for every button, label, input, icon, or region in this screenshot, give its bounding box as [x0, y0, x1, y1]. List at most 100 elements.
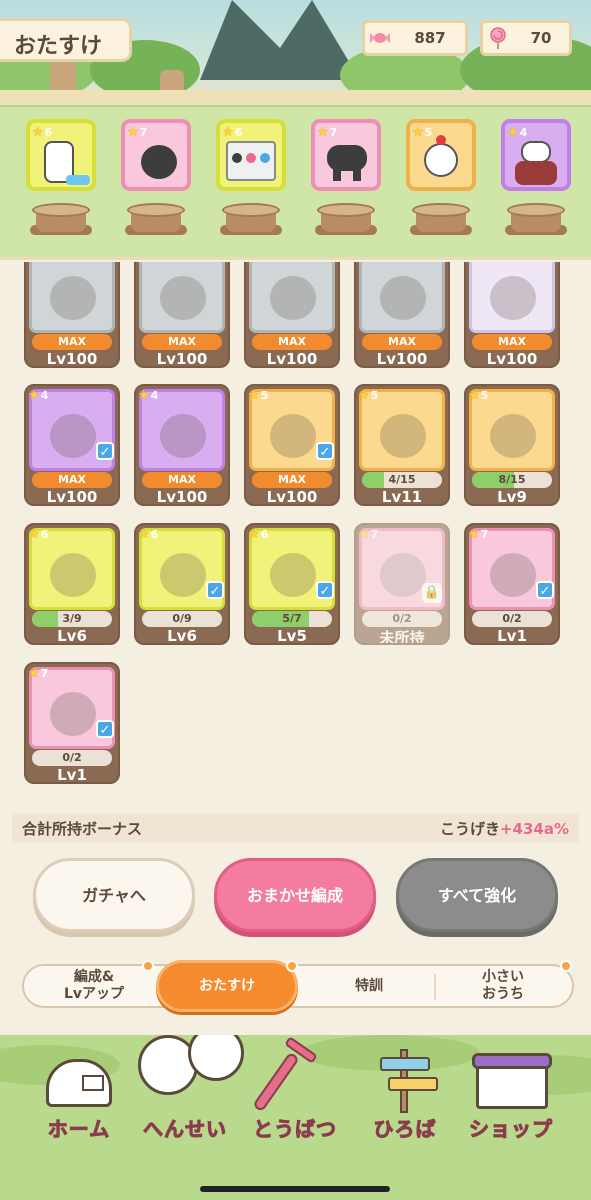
notification-dot [142, 960, 154, 972]
bottom-navigation: ホーム へんせい とうばつ ひろば ショップ [0, 1035, 591, 1200]
card-level: Lv100 [46, 488, 98, 506]
tab-small-house[interactable]: 小さい おうち [438, 966, 568, 1006]
party-slot-6[interactable]: ★ 4 [493, 119, 579, 249]
otasuke-card[interactable]: ★ 7 ✓ 0/2 Lv1 [464, 523, 560, 645]
otasuke-card[interactable]: ★ 6 3/9 Lv6 [24, 523, 120, 645]
card-level: Lv100 [46, 350, 98, 368]
rarity-star: ★ 7 [28, 666, 49, 681]
home-indicator [200, 1186, 390, 1192]
progress-bar: 0/2 [472, 611, 552, 627]
card-level: Lv100 [266, 350, 318, 368]
lock-icon: 🔒 [422, 583, 442, 603]
page-title: おたすけ [0, 18, 132, 62]
header-scene: おたすけ 887 70 [0, 0, 591, 105]
card-level: Lv100 [156, 488, 208, 506]
card-level: Lv100 [266, 488, 318, 506]
otasuke-card[interactable]: MAX Lv100 [24, 262, 120, 368]
card-level: Lv6 [167, 627, 197, 645]
selected-check-icon: ✓ [206, 581, 224, 599]
tab-formation-levelup[interactable]: 編成& Lvアップ [34, 966, 154, 1006]
lollipop-counter: 70 [480, 20, 572, 56]
nav-shop[interactable]: ショップ [456, 1035, 566, 1165]
progress-bar: MAX [32, 334, 112, 350]
nav-battle[interactable]: とうばつ [240, 1035, 350, 1165]
rarity-star: ★ 5 [468, 388, 489, 403]
card-level: Lv1 [497, 627, 527, 645]
candy-counter: 887 [362, 20, 468, 56]
progress-bar: 5/7 [252, 611, 332, 627]
selected-check-icon: ✓ [96, 442, 114, 460]
bonus-stat: こうげき [439, 819, 500, 838]
progress-bar: MAX [32, 472, 112, 488]
card-portrait [359, 262, 445, 333]
party-slot-2[interactable]: ★ 7 [113, 119, 199, 249]
progress-bar: MAX [142, 334, 222, 350]
nav-formation[interactable]: へんせい [130, 1035, 244, 1165]
card-portrait [139, 262, 225, 333]
otasuke-card[interactable]: ★ 4 ✓ MAX Lv100 [24, 384, 120, 506]
otasuke-card[interactable]: ★ 5 4/15 Lv11 [354, 384, 450, 506]
otasuke-card[interactable]: MAX Lv100 [244, 262, 340, 368]
progress-bar: 0/2 [362, 611, 442, 627]
lollipop-icon [483, 27, 513, 49]
party-slot-5[interactable]: ★ 5 [398, 119, 484, 249]
card-level: Lv9 [497, 488, 527, 506]
card-portrait [249, 262, 335, 333]
selected-check-icon: ✓ [316, 442, 334, 460]
party-slot-1[interactable]: ★ 6 [18, 119, 104, 249]
nav-plaza[interactable]: ひろば [350, 1035, 460, 1165]
card-level: Lv100 [486, 350, 538, 368]
progress-bar: 8/15 [472, 472, 552, 488]
rarity-star: ★ 7 [468, 527, 489, 542]
sub-tab-bar: 編成& Lvアップ おたすけ 特訓 小さい おうち [22, 960, 574, 1012]
progress-bar: 3/9 [32, 611, 112, 627]
progress-bar: MAX [362, 334, 442, 350]
party-lineup: ★ 6 ★ 7 ★ 6 ★ 7 ★ 5 ★ 4 [0, 105, 591, 260]
otasuke-card[interactable]: ★ 7 ✓ 0/2 Lv1 [24, 662, 120, 784]
otasuke-card[interactable]: MAX Lv100 [354, 262, 450, 368]
gacha-button[interactable]: ガチャへ [33, 858, 195, 932]
otasuke-card[interactable]: MAX Lv100 [464, 262, 560, 368]
bonus-value: +434a% [499, 819, 569, 838]
party-slot-3[interactable]: ★ 6 [208, 119, 294, 249]
otasuke-card-grid: MAX Lv100 MAX Lv100 MAX Lv100 MAX Lv100 MAX Lv100… [0, 262, 591, 802]
otasuke-card[interactable]: MAX Lv100 [134, 262, 230, 368]
card-level: Lv1 [57, 766, 87, 784]
rarity-star: ★ 6 [28, 527, 49, 542]
tab-otasuke[interactable]: おたすけ [156, 960, 298, 1012]
candy-icon [365, 30, 395, 46]
progress-bar: MAX [472, 334, 552, 350]
card-level: Lv100 [156, 350, 208, 368]
progress-bar: MAX [142, 472, 222, 488]
rarity-star: ★ 6 [138, 527, 159, 542]
auto-formation-button[interactable]: おまかせ編成 [214, 858, 376, 932]
otasuke-card[interactable]: ★ 6 ✓ 5/7 Lv5 [244, 523, 340, 645]
rarity-star: ★ 5 [248, 388, 269, 403]
upgrade-all-button[interactable]: すべて強化 [396, 858, 558, 932]
card-level: Lv5 [277, 627, 307, 645]
otasuke-card[interactable]: ★ 5 ✓ MAX Lv100 [244, 384, 340, 506]
otasuke-card[interactable]: ★ 5 8/15 Lv9 [464, 384, 560, 506]
rarity-star: ★ 6 [248, 527, 269, 542]
selected-check-icon: ✓ [316, 581, 334, 599]
progress-bar: 4/15 [362, 472, 442, 488]
card-level: Lv11 [381, 488, 423, 506]
nav-home[interactable]: ホーム [24, 1035, 134, 1165]
tab-training[interactable]: 特訓 [304, 966, 434, 1006]
otasuke-card[interactable]: ★ 6 ✓ 0/9 Lv6 [134, 523, 230, 645]
selected-check-icon: ✓ [536, 581, 554, 599]
fork-weapon-icon [252, 1051, 300, 1113]
party-slot-4[interactable]: ★ 7 [303, 119, 389, 249]
card-level: Lv6 [57, 627, 87, 645]
rarity-star: ★ 5 [358, 388, 379, 403]
notification-dot [286, 960, 298, 972]
rarity-star: ★ 7 [358, 527, 379, 542]
rarity-star: ★ 4 [138, 388, 159, 403]
progress-bar: 0/9 [142, 611, 222, 627]
progress-bar: 0/2 [32, 750, 112, 766]
lollipop-count: 70 [530, 29, 552, 47]
otasuke-card[interactable]: ★ 7 🔒 0/2 未所持 [354, 523, 450, 645]
card-portrait [29, 262, 115, 333]
otasuke-card[interactable]: ★ 4 MAX Lv100 [134, 384, 230, 506]
progress-bar: MAX [252, 334, 332, 350]
